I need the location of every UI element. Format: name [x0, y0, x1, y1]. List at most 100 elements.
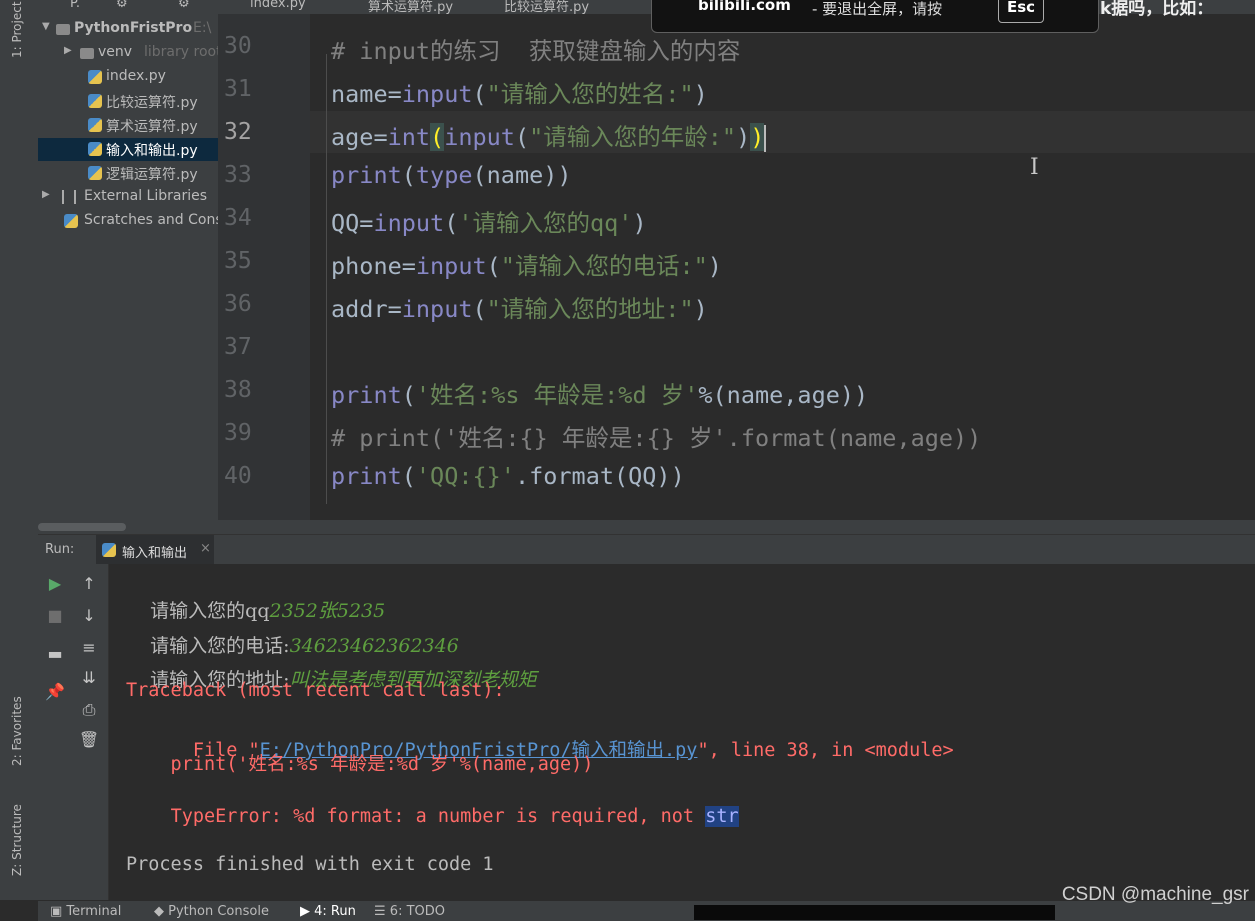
file-label: 算术运算符.py	[106, 119, 198, 135]
tab-compare[interactable]: 比较运算符.py	[504, 0, 589, 14]
python-file-icon	[88, 94, 102, 108]
library-icon	[62, 190, 76, 204]
scrollbar-thumb[interactable]	[38, 523, 126, 531]
line-number: 39	[224, 420, 252, 446]
print-icon[interactable]: ⎙	[72, 700, 106, 720]
file-label: 逻辑运算符.py	[106, 167, 198, 183]
close-icon[interactable]: ×	[200, 541, 211, 556]
line-number: 37	[224, 334, 252, 360]
run-panel-header: Run: 输入和输出 ×	[38, 534, 1255, 565]
up-arrow-icon[interactable]: ↑	[72, 574, 106, 593]
folder-icon	[80, 48, 94, 59]
notification-domain: bilibili.com	[698, 0, 791, 14]
down-arrow-icon[interactable]: ↓	[72, 606, 106, 625]
structure-tool-tab[interactable]: Z: Structure	[10, 804, 24, 876]
error-message: TypeError: %d format: a number is requir…	[126, 785, 739, 848]
collapse-arrow-icon[interactable]: ▶	[42, 189, 50, 200]
python-console-label: Python Console	[168, 904, 269, 919]
code-line: age=int(input("请输入您的年龄:"))	[331, 123, 767, 152]
editor-scrollbar[interactable]	[38, 520, 1255, 534]
tree-root[interactable]: ▼ PythonFristPro E:\	[38, 18, 218, 41]
tree-venv[interactable]: ▶ venv library root	[38, 42, 218, 65]
pin-icon[interactable]: 📌	[38, 682, 72, 701]
favorites-tool-tab[interactable]: 2: Favorites	[10, 696, 24, 766]
python-console-tab[interactable]: ◆ Python Console	[154, 904, 269, 919]
selected-text: str	[705, 806, 739, 827]
project-dropdown[interactable]: P.	[70, 0, 80, 11]
line-number: 40	[224, 463, 252, 489]
project-tool-tab[interactable]: 1: Project	[10, 1, 24, 58]
code-editor[interactable]: 30 31 32 33 34 35 36 37 38 39 40 # input…	[218, 14, 1255, 520]
file-label: 比较运算符.py	[106, 95, 198, 111]
rerun-icon[interactable]: ▶	[38, 574, 72, 593]
console-line: 请输入您的地址:叫法是考虑到更加深刻老规矩	[126, 643, 536, 714]
code-line: print('姓名:%s 年龄是:%d 岁'%(name,age))	[331, 381, 869, 409]
line-number: 30	[224, 33, 252, 59]
external-label: External Libraries	[84, 188, 207, 204]
line-number: 31	[224, 76, 252, 102]
tree-scratches[interactable]: Scratches and Consoles	[38, 210, 218, 233]
tool-window-strip: 1: Project 2: Favorites Z: Structure	[0, 0, 39, 900]
layout-icon[interactable]: ▬	[38, 644, 72, 663]
traceback-file-suffix: ", line 38, in <module>	[697, 740, 954, 761]
root-label: PythonFristPro	[74, 20, 193, 36]
todo-tab[interactable]: ☰ 6: TODO	[374, 904, 445, 919]
file-label: 输入和输出.py	[106, 143, 198, 159]
python-file-icon	[88, 166, 102, 180]
tab-arith[interactable]: 算术运算符.py	[368, 0, 453, 14]
scroll-to-end-icon[interactable]: ⇊	[72, 668, 106, 687]
run-config-tab[interactable]: 输入和输出 ×	[96, 535, 214, 565]
code-line: # print('姓名:{} 年龄是:{} 岁'.format(name,age…	[331, 424, 982, 452]
terminal-tab[interactable]: ▣ Terminal	[50, 904, 121, 919]
line-number: 33	[224, 162, 252, 188]
line-number: 36	[224, 291, 252, 317]
process-finished: Process finished with exit code 1	[126, 854, 494, 875]
collapse-arrow-icon[interactable]: ▶	[64, 45, 72, 56]
run-tab-name: 输入和输出	[122, 546, 188, 561]
expand-arrow-icon[interactable]: ▼	[42, 21, 50, 32]
code-line: print('QQ:{}'.format(QQ))	[331, 462, 685, 490]
tree-file-selected[interactable]: 输入和输出.py	[38, 138, 218, 161]
tree-file[interactable]: 比较运算符.py	[38, 90, 218, 113]
tree-file[interactable]: 算术运算符.py	[38, 114, 218, 137]
terminal-label: Terminal	[66, 904, 122, 919]
root-path: E:\	[193, 20, 212, 36]
run-console[interactable]: 请输入您的qq2352张5235 请输入您的电话:34623462362346 …	[109, 564, 1255, 900]
file-label: index.py	[106, 68, 166, 84]
gear-icon[interactable]: ⚙	[178, 0, 190, 11]
tree-file[interactable]: 逻辑运算符.py	[38, 162, 218, 185]
code-line: name=input("请输入您的姓名:")	[331, 80, 708, 108]
tab-index[interactable]: index.py	[250, 0, 306, 11]
run-toolbar: ▶ ■ ▬ 📌	[38, 564, 72, 900]
line-number: 35	[224, 248, 252, 274]
tree-file[interactable]: index.py	[38, 66, 218, 89]
code-line: addr=input("请输入您的地址:")	[331, 295, 708, 323]
line-number: 38	[224, 377, 252, 403]
video-overlay-text: k据吗，比如：	[1100, 0, 1214, 19]
line-number: 32	[224, 119, 252, 145]
trash-icon[interactable]: 🗑	[72, 730, 106, 749]
scratches-icon	[64, 214, 78, 228]
stop-icon[interactable]: ■	[38, 606, 72, 625]
tree-external-libraries[interactable]: ▶ External Libraries	[38, 186, 218, 209]
code-line: phone=input("请输入您的电话:")	[331, 252, 722, 280]
fold-guide	[326, 54, 327, 504]
notification-text: - 要退出全屏，请按	[812, 0, 943, 18]
scratches-label: Scratches and Consoles	[84, 212, 218, 228]
venv-label: venv	[98, 44, 133, 60]
project-tree: ▼ PythonFristPro E:\ ▶ venv library root…	[38, 14, 218, 520]
run-label: Run:	[45, 542, 75, 557]
code-line: QQ=input('请输入您的qq')	[331, 209, 647, 237]
code-line: # input的练习 获取键盘输入的内容	[331, 37, 741, 65]
error-text: TypeError: %d format: a number is requir…	[170, 806, 706, 827]
folder-icon	[56, 24, 70, 35]
settings-icon[interactable]: ⚙	[116, 0, 128, 11]
code-line: print(type(name))	[331, 161, 572, 189]
python-file-icon	[88, 142, 102, 156]
watermark: CSDN @machine_gsr	[1061, 884, 1249, 905]
run-tab[interactable]: ▶ 4: Run	[300, 904, 356, 919]
soft-wrap-icon[interactable]: ≡	[72, 638, 106, 657]
python-file-icon	[102, 543, 116, 557]
fullscreen-notification: bilibili.com - 要退出全屏，请按 Esc	[651, 0, 1099, 33]
line-number: 34	[224, 205, 252, 231]
